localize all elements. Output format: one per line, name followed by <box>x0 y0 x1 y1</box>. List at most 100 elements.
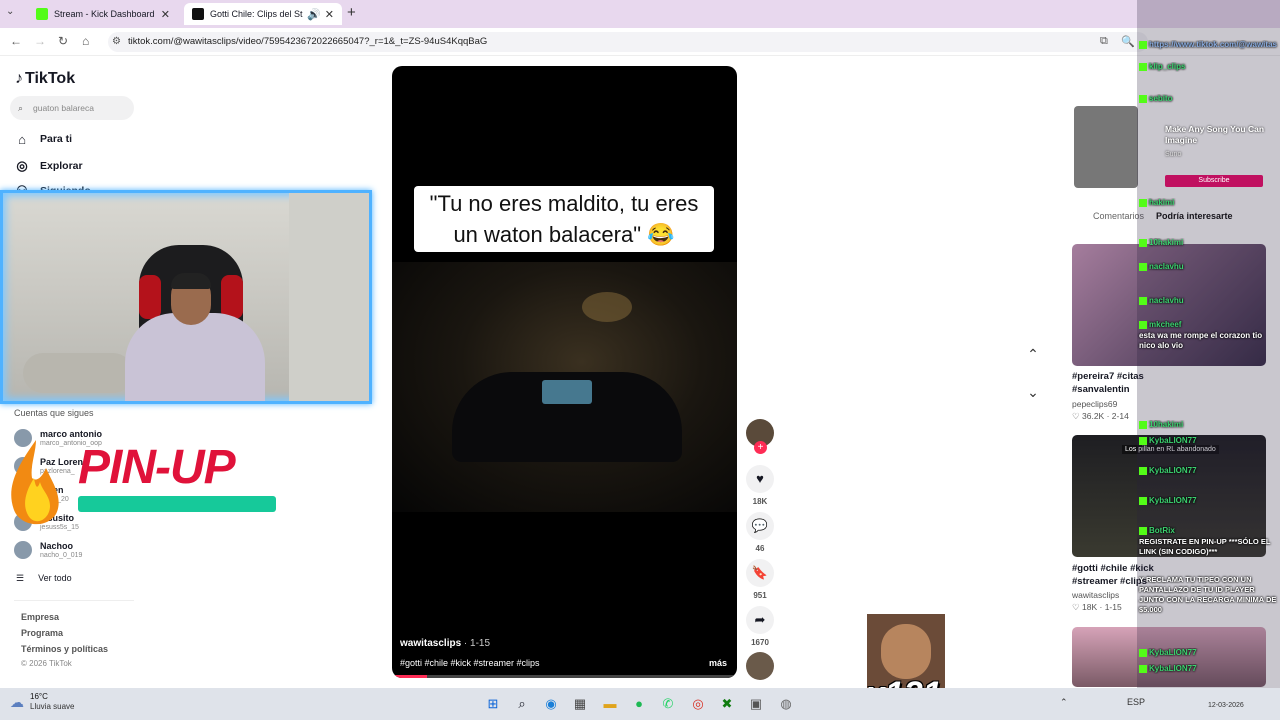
more-button[interactable]: más <box>709 658 727 668</box>
edge-icon[interactable]: ◉ <box>541 694 561 714</box>
app-icon[interactable]: ▣ <box>746 694 766 714</box>
following-section-title: Cuentas que sigues <box>14 408 94 418</box>
kick-badge-icon <box>1139 436 1147 445</box>
video-frame <box>392 262 737 512</box>
kick-badge-icon <box>1139 262 1147 271</box>
caption-line: "Tu no eres maldito, tu eres <box>429 191 699 216</box>
search-icon: ⌕ <box>18 103 24 113</box>
next-video-button[interactable]: ⌄ <box>1022 381 1044 403</box>
video-player[interactable]: "Tu no eres maldito, tu eres un waton ba… <box>392 66 737 678</box>
tab-tiktok[interactable]: Gotti Chile: Clips del Stream 🔊 ✕ <box>184 3 342 25</box>
tiktok-favicon-icon <box>192 8 204 20</box>
chat-line: mkcheef <box>1139 320 1279 330</box>
tray-chevron-icon[interactable]: ⌃ <box>1060 697 1068 708</box>
share-button[interactable]: ➦ <box>746 606 774 634</box>
chat-line: BotRix <box>1139 526 1279 536</box>
chat-line: 10hakimi <box>1139 420 1279 430</box>
video-date: 2-14 <box>1111 411 1129 421</box>
url-field[interactable]: ⚙ tiktok.com/@wawitasclips/video/7595423… <box>108 32 1148 52</box>
video-progress-bar[interactable] <box>392 675 737 678</box>
close-tab-icon[interactable]: ✕ <box>325 8 334 21</box>
cloud-rain-icon: ☁ <box>10 693 24 710</box>
zoom-icon[interactable]: 🔍 <box>1121 35 1135 48</box>
chat-ad-title: Make Any Song You Can Imagine <box>1165 124 1265 145</box>
chat-message-text: esta wa me rompe el corazon tio nico alo… <box>1139 331 1263 350</box>
save-count: 951 <box>753 591 767 600</box>
tab-kick-dashboard[interactable]: Stream - Kick Dashboard ✕ <box>28 3 178 25</box>
nav-para-ti[interactable]: ⌂ Para ti <box>14 128 72 150</box>
tiktok-note-icon: ♪ <box>15 70 23 87</box>
like-count: 18K <box>752 497 768 506</box>
xbox-icon[interactable]: ✖ <box>717 694 737 714</box>
file-explorer-icon[interactable]: ▬ <box>600 694 620 714</box>
pinup-ad-text[interactable]: PIN-UP <box>78 440 236 495</box>
share-icon: ➦ <box>754 612 766 627</box>
chrome-icon[interactable]: ◎ <box>688 694 708 714</box>
save-button[interactable]: 🔖 <box>746 559 774 587</box>
previous-video-button[interactable]: ⌃ <box>1022 343 1044 365</box>
kick-badge-icon <box>1139 62 1147 71</box>
nav-explorar[interactable]: ◎ Explorar <box>14 155 83 177</box>
divider <box>14 600 134 601</box>
chat-username: mkcheef <box>1149 320 1182 329</box>
kick-badge-icon <box>1139 296 1147 305</box>
audio-icon[interactable]: 🔊 <box>307 8 321 21</box>
footer-link-empresa[interactable]: Empresa <box>21 612 59 622</box>
flame-icon <box>11 440 59 525</box>
video-date: · 1-15 <box>463 638 491 649</box>
tab-list-icon[interactable]: ⌄ <box>6 6 14 17</box>
chat-line: KybaLION77 <box>1139 664 1279 674</box>
avatar <box>14 541 32 559</box>
search-icon[interactable]: ⌕ <box>512 694 532 714</box>
comment-icon: 💬 <box>751 518 769 533</box>
new-tab-button[interactable]: + <box>347 4 356 21</box>
chat-ad-button[interactable]: Subscribe <box>1165 175 1263 187</box>
chat-line: naclavhu <box>1139 262 1279 272</box>
store-icon[interactable]: ▦ <box>570 694 590 714</box>
forward-icon[interactable]: → <box>34 34 46 48</box>
recommended-video-user[interactable]: wawitasclips <box>1072 590 1119 600</box>
weather-widget[interactable]: ☁ 16°C Lluvia suave <box>10 692 74 712</box>
nav-label: Explorar <box>40 160 83 172</box>
pinup-ad-bar <box>78 496 276 512</box>
search-placeholder: guaton balareca <box>33 103 94 113</box>
obs-icon[interactable]: ◍ <box>776 694 796 714</box>
chat-username: KybaLION77 <box>1149 436 1197 445</box>
close-tab-icon[interactable]: ✕ <box>161 8 170 21</box>
caption-line: un waton balacera" 😂 <box>453 222 675 247</box>
video-hashtags[interactable]: #gotti #chile #kick #streamer #clips <box>400 658 540 668</box>
back-icon[interactable]: ← <box>10 34 22 48</box>
taskbar-date[interactable]: 12-03-2026 <box>1208 702 1244 709</box>
video-author[interactable]: wawitasclips · 1-15 <box>400 638 490 649</box>
music-disc-avatar[interactable] <box>746 652 774 680</box>
browser-tabbar: ⌄ Stream - Kick Dashboard ✕ Gotti Chile:… <box>0 0 1280 28</box>
footer-link-programa[interactable]: Programa <box>21 628 63 638</box>
language-indicator[interactable]: ESP <box>1127 697 1145 707</box>
like-button[interactable]: ♥ <box>746 465 774 493</box>
footer-link-terms[interactable]: Términos y políticas <box>21 644 108 654</box>
recommended-video-stats: ♡ 18K · 1-15 <box>1072 602 1122 612</box>
site-info-icon[interactable]: ⚙ <box>112 32 121 52</box>
recommended-video-stats: ♡ 36.2K · 2-14 <box>1072 411 1129 421</box>
tiktok-logo[interactable]: ♪ TikTok <box>15 70 75 88</box>
whatsapp-icon[interactable]: ✆ <box>658 694 678 714</box>
streamer-hair <box>171 273 211 289</box>
search-input[interactable]: ⌕ guaton balareca <box>10 96 134 120</box>
home-icon[interactable]: ⌂ <box>82 34 89 48</box>
reload-icon[interactable]: ↻ <box>58 34 68 48</box>
follow-plus-icon[interactable]: + <box>754 441 767 454</box>
heart-outline-icon: ♡ <box>1072 411 1080 421</box>
following-handle: nacho_0_019 <box>40 551 83 559</box>
creator-thumbnail[interactable] <box>1074 106 1138 188</box>
chat-line: https://www.tiktok.com/@wawitas <box>1139 40 1279 50</box>
kick-badge-icon <box>1139 526 1147 535</box>
comment-button[interactable]: 💬 <box>746 512 774 540</box>
see-all-link[interactable]: ☰ Ver todo <box>16 573 72 584</box>
following-item[interactable]: Nachoo nacho_0_019 <box>14 538 82 562</box>
recommended-video-user[interactable]: pepeclips69 <box>1072 399 1117 409</box>
spotify-icon[interactable]: ● <box>629 694 649 714</box>
chat-message-text: Y RECLAMA TU TIPEO CON UN PANTALLAZO DE … <box>1139 575 1277 614</box>
start-icon[interactable]: ⊞ <box>483 694 503 714</box>
webcam-background <box>289 193 369 401</box>
install-icon[interactable]: ⧉ <box>1100 35 1108 48</box>
